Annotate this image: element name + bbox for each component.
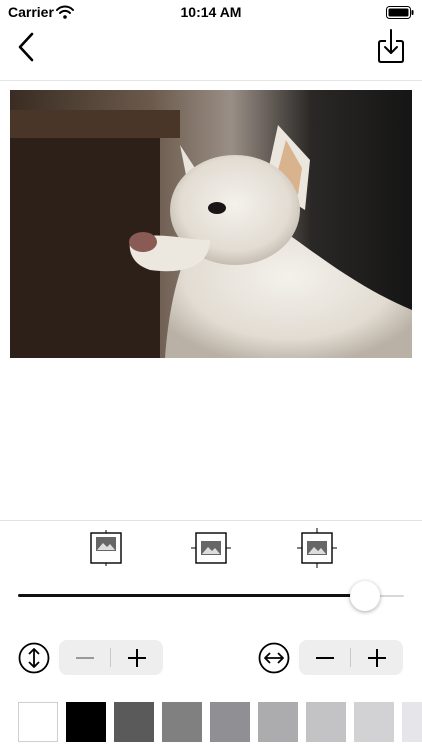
swatch-medium-gray[interactable] xyxy=(210,702,250,742)
horizontal-minus-button[interactable] xyxy=(299,640,351,675)
align-center-image-icon[interactable] xyxy=(191,528,231,568)
status-bar: Carrier 10:14 AM xyxy=(0,0,422,24)
minus-icon xyxy=(76,656,94,659)
align-bottom-image-icon[interactable] xyxy=(297,528,337,568)
slider-fill xyxy=(18,594,366,597)
vertical-stepper xyxy=(59,640,163,675)
swatch-white[interactable] xyxy=(18,702,58,742)
plus-icon xyxy=(368,648,386,667)
nav-bar xyxy=(0,24,422,81)
slider-thumb[interactable] xyxy=(350,581,381,611)
horizontal-plus-button[interactable] xyxy=(351,640,403,675)
status-time: 10:14 AM xyxy=(180,4,242,20)
minus-icon xyxy=(316,656,334,659)
vertical-arrows-icon xyxy=(18,642,50,674)
save-download-icon[interactable] xyxy=(376,28,406,64)
swatch-light-gray[interactable] xyxy=(306,702,346,742)
align-top-image-icon[interactable] xyxy=(86,528,126,568)
photo-preview[interactable] xyxy=(10,90,412,358)
vertical-plus-button[interactable] xyxy=(111,640,163,675)
dog-photo-image xyxy=(10,90,412,358)
swatch-black[interactable] xyxy=(66,702,106,742)
swatch-silver[interactable] xyxy=(258,702,298,742)
swatch-lighter-gray[interactable] xyxy=(354,702,394,742)
swatch-gray[interactable] xyxy=(162,702,202,742)
toolbar-divider xyxy=(0,520,422,521)
plus-icon xyxy=(128,648,146,667)
horizontal-stepper xyxy=(299,640,403,675)
horizontal-arrows-icon xyxy=(258,642,290,674)
swatch-lightest-gray[interactable] xyxy=(402,702,422,742)
back-chevron-icon[interactable] xyxy=(12,30,42,64)
swatch-dark-gray[interactable] xyxy=(114,702,154,742)
battery-icon xyxy=(386,6,414,19)
vertical-minus-button[interactable] xyxy=(59,640,111,675)
size-slider[interactable] xyxy=(18,580,404,612)
